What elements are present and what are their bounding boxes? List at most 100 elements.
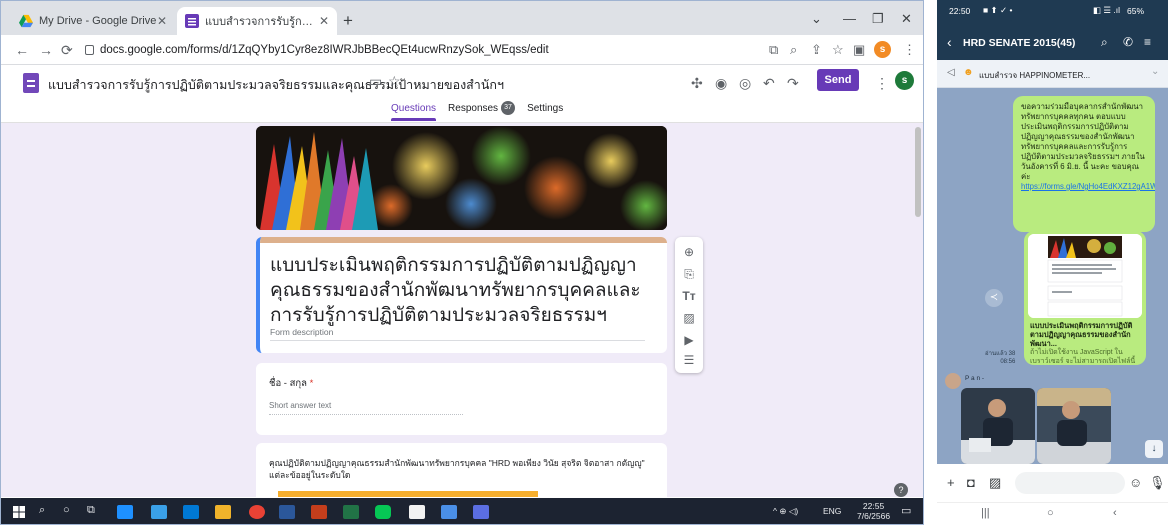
close-window-button[interactable]: ✕ — [901, 11, 912, 27]
megaphone-icon: ◁ — [947, 67, 955, 78]
scrollbar[interactable] — [915, 127, 921, 217]
tab-settings[interactable]: Settings — [527, 101, 563, 121]
mail-icon[interactable] — [183, 505, 199, 519]
add-question-icon[interactable]: ⊕ — [675, 245, 703, 259]
forward-button[interactable]: → — [39, 42, 53, 58]
chrome-icon[interactable] — [249, 505, 265, 519]
form-document-title[interactable]: แบบสำรวจการรับรู้การปฏิบัติตามประมวลจริย… — [48, 75, 504, 95]
windows-start-icon[interactable] — [13, 506, 25, 518]
reload-button[interactable]: ⟳ — [61, 42, 73, 59]
addons-icon[interactable]: ✣ — [691, 75, 703, 92]
preview-eye-icon[interactable]: ◎ — [739, 75, 751, 92]
folder-icon[interactable]: ▭ — [369, 73, 382, 90]
question-title: ชื่อ - สกุล — [269, 378, 307, 389]
recent-apps-button[interactable]: ||| — [981, 507, 990, 519]
cortana-icon[interactable]: ○ — [63, 504, 70, 516]
call-icon[interactable]: ✆ — [1123, 35, 1133, 49]
menu-icon[interactable]: ≡ — [1144, 35, 1151, 49]
tab-responses[interactable]: Responses 37 — [448, 101, 516, 121]
emoji-icon: ☻ — [963, 67, 974, 78]
plus-icon[interactable]: + — [947, 475, 955, 490]
language-indicator[interactable]: ENG — [823, 506, 841, 516]
status-time: 22:50 — [949, 6, 971, 16]
account-avatar[interactable]: s — [895, 71, 914, 90]
gallery-icon[interactable]: ▨ — [989, 475, 1001, 491]
line-app-icon[interactable] — [375, 505, 391, 519]
url-field[interactable]: docs.google.com/forms/d/1ZqQYby1Cyr8ez8I… — [85, 39, 745, 61]
url-text: docs.google.com/forms/d/1ZqQYby1Cyr8ez8I… — [100, 44, 549, 56]
form-description-field[interactable]: Form description — [270, 327, 645, 341]
search-icon[interactable]: ⌕ — [1101, 35, 1108, 50]
browser-profile-avatar[interactable]: s — [874, 41, 891, 58]
tab-google-form[interactable]: แบบสำรวจการรับรู้การปฏิบัติตามประมวล ✕ — [177, 7, 337, 35]
google-forms-logo-icon[interactable] — [23, 73, 39, 93]
undo-icon[interactable]: ↶ — [763, 75, 775, 92]
add-title-icon[interactable]: Tт — [675, 289, 703, 303]
lock-icon — [85, 45, 94, 55]
store-icon[interactable] — [151, 505, 167, 519]
redo-icon[interactable]: ↷ — [787, 75, 799, 92]
header-image-colored-pencils[interactable] — [256, 126, 667, 230]
close-icon[interactable]: ✕ — [319, 14, 329, 28]
emoji-icon[interactable]: ☺ — [1129, 475, 1142, 490]
microphone-icon[interactable]: 🎙︎ — [1149, 475, 1166, 491]
tab-google-drive[interactable]: My Drive - Google Drive ✕ — [11, 7, 175, 35]
tab-search-icon[interactable]: ⌄ — [811, 11, 822, 27]
powerpoint-icon[interactable] — [311, 505, 327, 519]
link-preview-card[interactable]: แบบประเมินพฤติกรรมการปฏิบัติตามปฏิญญาคุณ… — [1024, 231, 1146, 365]
form-title[interactable]: แบบประเมินพฤติกรรมการปฏิบัติตามปฏิญญาคุณ… — [270, 253, 655, 328]
excel-icon[interactable] — [343, 505, 359, 519]
back-button[interactable]: ← — [15, 42, 29, 58]
question-card-hrd[interactable]: คุณปฏิบัติตามปฏิญญาคุณธรรมสำนักพัฒนาทรัพ… — [256, 443, 667, 497]
add-image-icon[interactable]: ▨ — [675, 311, 703, 325]
shared-photo[interactable] — [1037, 388, 1111, 464]
minimize-button[interactable]: — — [843, 11, 856, 26]
zoom-icon[interactable]: ⌕ — [790, 42, 797, 58]
palette-icon[interactable]: ◉ — [715, 75, 727, 92]
add-section-icon[interactable]: ☰ — [675, 353, 703, 367]
question-card-name[interactable]: ชื่อ - สกุล * Short answer text — [256, 363, 667, 435]
file-explorer-icon[interactable] — [215, 505, 231, 519]
tab-questions[interactable]: Questions — [391, 101, 437, 121]
edge-icon[interactable] — [117, 505, 133, 519]
home-button[interactable]: ○ — [1047, 507, 1054, 519]
chevron-down-icon[interactable]: ⌄ — [1151, 66, 1159, 77]
chat-icon[interactable] — [441, 505, 457, 519]
message-input[interactable] — [1015, 472, 1125, 494]
new-tab-button[interactable]: + — [343, 11, 353, 31]
scroll-down-button[interactable]: ↓ — [1145, 440, 1163, 458]
clock[interactable]: 22:55 7/6/2566 — [857, 501, 890, 521]
search-icon[interactable]: ⌕ — [39, 504, 45, 517]
message-bubble[interactable]: ขอความร่วมมือบุคลากรสำนักพัฒนาทรัพยากรบุ… — [1013, 96, 1155, 232]
shared-photo[interactable] — [961, 388, 1035, 464]
restore-button[interactable]: ❐ — [872, 11, 884, 27]
star-icon[interactable]: ☆ — [388, 73, 401, 90]
word-icon[interactable] — [279, 505, 295, 519]
back-button[interactable]: ‹ — [1113, 507, 1117, 519]
chat-title[interactable]: HRD SENATE 2015(45) — [963, 37, 1075, 49]
task-view-icon[interactable]: ⧉ — [87, 504, 95, 517]
browser-menu-icon[interactable]: ⋮ — [903, 42, 916, 58]
store-bag-icon[interactable] — [409, 505, 425, 519]
form-link[interactable]: https://forms.gle/NgHo4EdKXZ12gA1W6 — [1021, 182, 1155, 191]
help-button[interactable]: ? — [894, 483, 908, 497]
camera-icon[interactable]: ◘ — [967, 475, 975, 490]
send-button[interactable]: Send — [817, 69, 859, 91]
close-icon[interactable]: ✕ — [157, 14, 167, 28]
share-icon[interactable]: ⇪ — [811, 42, 822, 58]
avatar[interactable] — [945, 373, 961, 389]
app-icon[interactable] — [473, 505, 489, 519]
side-panel-icon[interactable]: ▣ — [853, 42, 865, 58]
more-options-icon[interactable]: ⋮ — [875, 75, 889, 92]
add-video-icon[interactable]: ▶ — [675, 333, 703, 347]
tab-responses-label: Responses — [448, 102, 499, 114]
translate-icon[interactable]: ⧉ — [769, 42, 778, 58]
pinned-announcement[interactable]: ◁ ☻ แบบสำรวจ HAPPINOMETER... ⌄ — [937, 60, 1168, 88]
share-icon[interactable]: ≺ — [985, 289, 1003, 307]
bookmark-star-icon[interactable]: ☆ — [832, 42, 844, 58]
back-arrow-icon[interactable]: ‹ — [947, 34, 952, 50]
import-questions-icon[interactable]: ⎘ — [675, 267, 703, 282]
form-title-card[interactable]: แบบประเมินพฤติกรรมการปฏิบัติตามปฏิญญาคุณ… — [256, 237, 667, 353]
tray-icons[interactable]: ^ ⊕ ◁) — [773, 506, 798, 517]
notification-icon[interactable]: ▭ — [901, 504, 911, 517]
